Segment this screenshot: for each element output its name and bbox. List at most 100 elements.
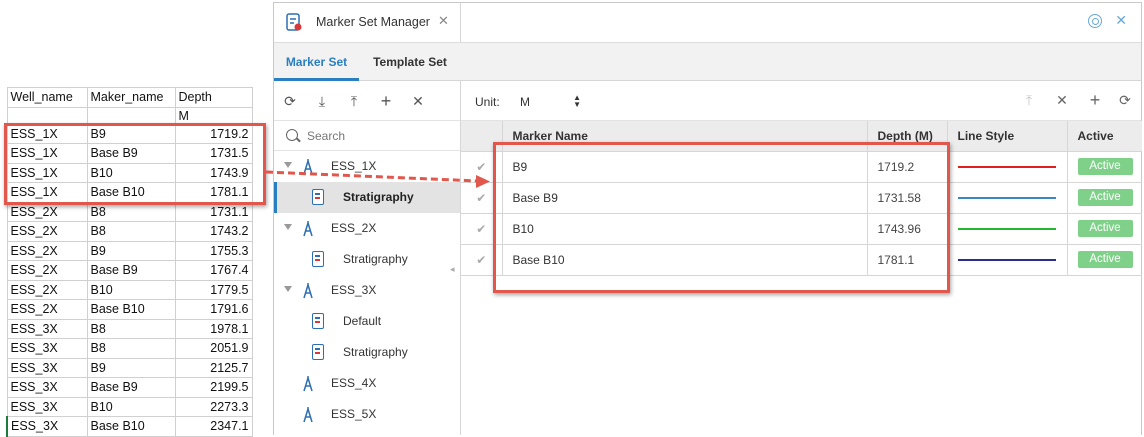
sheet-cell-well[interactable]: ESS_2X	[6, 201, 88, 222]
sheet-cell-depth[interactable]: 1755.3	[174, 240, 253, 261]
sheet-cell-marker[interactable]: Base B10	[86, 299, 176, 320]
expand-arrow-icon[interactable]	[284, 224, 292, 230]
sheet-cell-well[interactable]: ESS_3X	[6, 338, 88, 359]
sheet-cell-depth[interactable]: 1791.6	[174, 299, 253, 320]
tree-well-item[interactable]: ESS_2X	[274, 213, 460, 244]
tab-marker-set[interactable]: Marker Set	[274, 43, 359, 81]
sheet-header-cell[interactable]: Depth	[174, 87, 253, 108]
check-icon[interactable]: ✔	[461, 182, 502, 214]
sheet-cell-depth[interactable]: 2199.5	[174, 377, 253, 398]
marker-row[interactable]: ✔ B9 1719.2 Active	[461, 151, 1142, 183]
depth-cell[interactable]: 1719.2	[866, 151, 947, 183]
sheet-unit-cell[interactable]: M	[174, 106, 253, 125]
active-toggle[interactable]: Active	[1077, 251, 1133, 268]
sheet-cell-well[interactable]: ESS_3X	[6, 396, 88, 417]
sheet-cell-depth[interactable]: 1779.5	[174, 279, 253, 300]
tree-well-item[interactable]: ESS_5X	[274, 399, 460, 430]
search-input[interactable]	[307, 127, 447, 145]
import-icon[interactable]: ⤓	[314, 93, 330, 109]
sheet-cell-well[interactable]: ESS_3X	[6, 357, 88, 378]
sheet-cell-depth[interactable]: 1743.9	[174, 162, 253, 183]
sheet-cell-marker[interactable]: B10	[86, 396, 176, 417]
active-toggle[interactable]: Active	[1077, 158, 1133, 175]
marker-row[interactable]: ✔ Base B9 1731.58 Active	[461, 182, 1142, 214]
delete-icon[interactable]: ✕	[410, 93, 426, 109]
expand-arrow-icon[interactable]	[284, 286, 292, 292]
depth-cell[interactable]: 1743.96	[866, 213, 947, 245]
sheet-cell-marker[interactable]: B9	[86, 240, 176, 261]
tree-marker-set-item[interactable]: Stratigraphy	[274, 182, 460, 213]
sheet-header-cell[interactable]: Maker_name	[86, 87, 176, 108]
sheet-cell-well[interactable]: ESS_1X	[6, 162, 88, 183]
check-icon[interactable]: ✔	[461, 244, 502, 276]
sheet-cell-depth[interactable]: 1719.2	[174, 123, 253, 144]
sheet-cell-depth[interactable]: 2051.9	[174, 338, 253, 359]
sheet-cell-marker[interactable]: B10	[86, 279, 176, 300]
sheet-cell-marker[interactable]: B8	[86, 338, 176, 359]
sheet-cell-depth[interactable]: 1781.1	[174, 182, 253, 203]
tree-marker-set-item[interactable]: Stratigraphy	[274, 337, 460, 368]
marker-name-header[interactable]: Marker Name	[501, 121, 867, 152]
clear-icon[interactable]: ✕	[1054, 92, 1070, 108]
sheet-cell-well[interactable]: ESS_1X	[6, 123, 88, 144]
sheet-cell-marker[interactable]: B8	[86, 221, 176, 242]
line-style-cell[interactable]	[946, 151, 1067, 183]
sheet-cell-depth[interactable]: 1978.1	[174, 318, 253, 339]
sheet-cell-marker[interactable]: Base B9	[86, 143, 176, 164]
sheet-unit-cell[interactable]	[86, 106, 176, 125]
sheet-cell-depth[interactable]: 1767.4	[174, 260, 253, 281]
sheet-cell-well[interactable]: ESS_3X	[6, 377, 88, 398]
refresh-icon[interactable]: ⟳	[1117, 92, 1133, 108]
add-marker-icon[interactable]: +	[1087, 91, 1103, 109]
sheet-cell-marker[interactable]: Base B10	[86, 416, 176, 437]
sheet-cell-marker[interactable]: Base B9	[86, 377, 176, 398]
collapse-pane-icon[interactable]: ◂	[450, 264, 455, 275]
tree-marker-set-item[interactable]: Stratigraphy	[274, 244, 460, 275]
upload-icon[interactable]: ⤒	[1021, 92, 1037, 108]
line-style-cell[interactable]	[946, 182, 1067, 214]
export-icon[interactable]: ⤒	[346, 93, 362, 109]
add-icon[interactable]: +	[378, 92, 394, 110]
active-header[interactable]: Active	[1066, 121, 1142, 152]
tree-well-item[interactable]: ESS_3X	[274, 275, 460, 306]
close-window-icon[interactable]: ✕	[1115, 12, 1127, 29]
sheet-cell-well[interactable]: ESS_2X	[6, 260, 88, 281]
marker-name-cell[interactable]: B9	[501, 151, 867, 183]
sheet-cell-well[interactable]: ESS_2X	[6, 299, 88, 320]
line-style-cell[interactable]	[946, 213, 1067, 245]
sheet-cell-well[interactable]: ESS_2X	[6, 221, 88, 242]
sheet-cell-well[interactable]: ESS_2X	[6, 279, 88, 300]
sheet-unit-cell[interactable]	[6, 106, 88, 125]
refresh-icon[interactable]: ⟳	[282, 93, 298, 109]
marker-name-cell[interactable]: B10	[501, 213, 867, 245]
document-tab[interactable]: Marker Set Manager ✕	[274, 3, 461, 42]
sheet-cell-marker[interactable]: Base B10	[86, 182, 176, 203]
marker-name-cell[interactable]: Base B10	[501, 244, 867, 276]
tab-template-set[interactable]: Template Set	[366, 43, 454, 81]
check-icon[interactable]: ✔	[461, 213, 502, 245]
marker-name-cell[interactable]: Base B9	[501, 182, 867, 214]
sheet-cell-depth[interactable]: 1743.2	[174, 221, 253, 242]
sheet-cell-well[interactable]: ESS_1X	[6, 182, 88, 203]
sheet-cell-depth[interactable]: 1731.1	[174, 201, 253, 222]
pin-icon[interactable]	[1088, 14, 1102, 28]
active-toggle[interactable]: Active	[1077, 189, 1133, 206]
tree-well-item[interactable]: ESS_1X	[274, 151, 460, 182]
tree-marker-set-item[interactable]: Default	[274, 306, 460, 337]
sheet-cell-well[interactable]: ESS_1X	[6, 143, 88, 164]
depth-cell[interactable]: 1781.1	[866, 244, 947, 276]
sheet-cell-depth[interactable]: 2347.1	[174, 416, 253, 437]
depth-header[interactable]: Depth (M)	[866, 121, 947, 152]
sheet-cell-depth[interactable]: 2273.3	[174, 396, 253, 417]
unit-select[interactable]: M ▲ ▼	[517, 93, 581, 111]
expand-arrow-icon[interactable]	[284, 162, 292, 168]
sheet-cell-marker[interactable]: B9	[86, 123, 176, 144]
sheet-cell-well[interactable]: ESS_2X	[6, 240, 88, 261]
sheet-cell-well[interactable]: ESS_3X	[6, 318, 88, 339]
check-icon[interactable]: ✔	[461, 151, 502, 183]
sheet-cell-marker[interactable]: B8	[86, 318, 176, 339]
line-style-cell[interactable]	[946, 244, 1067, 276]
sheet-cell-depth[interactable]: 1731.5	[174, 143, 253, 164]
marker-row[interactable]: ✔ Base B10 1781.1 Active	[461, 244, 1142, 276]
sheet-cell-marker[interactable]: B9	[86, 357, 176, 378]
